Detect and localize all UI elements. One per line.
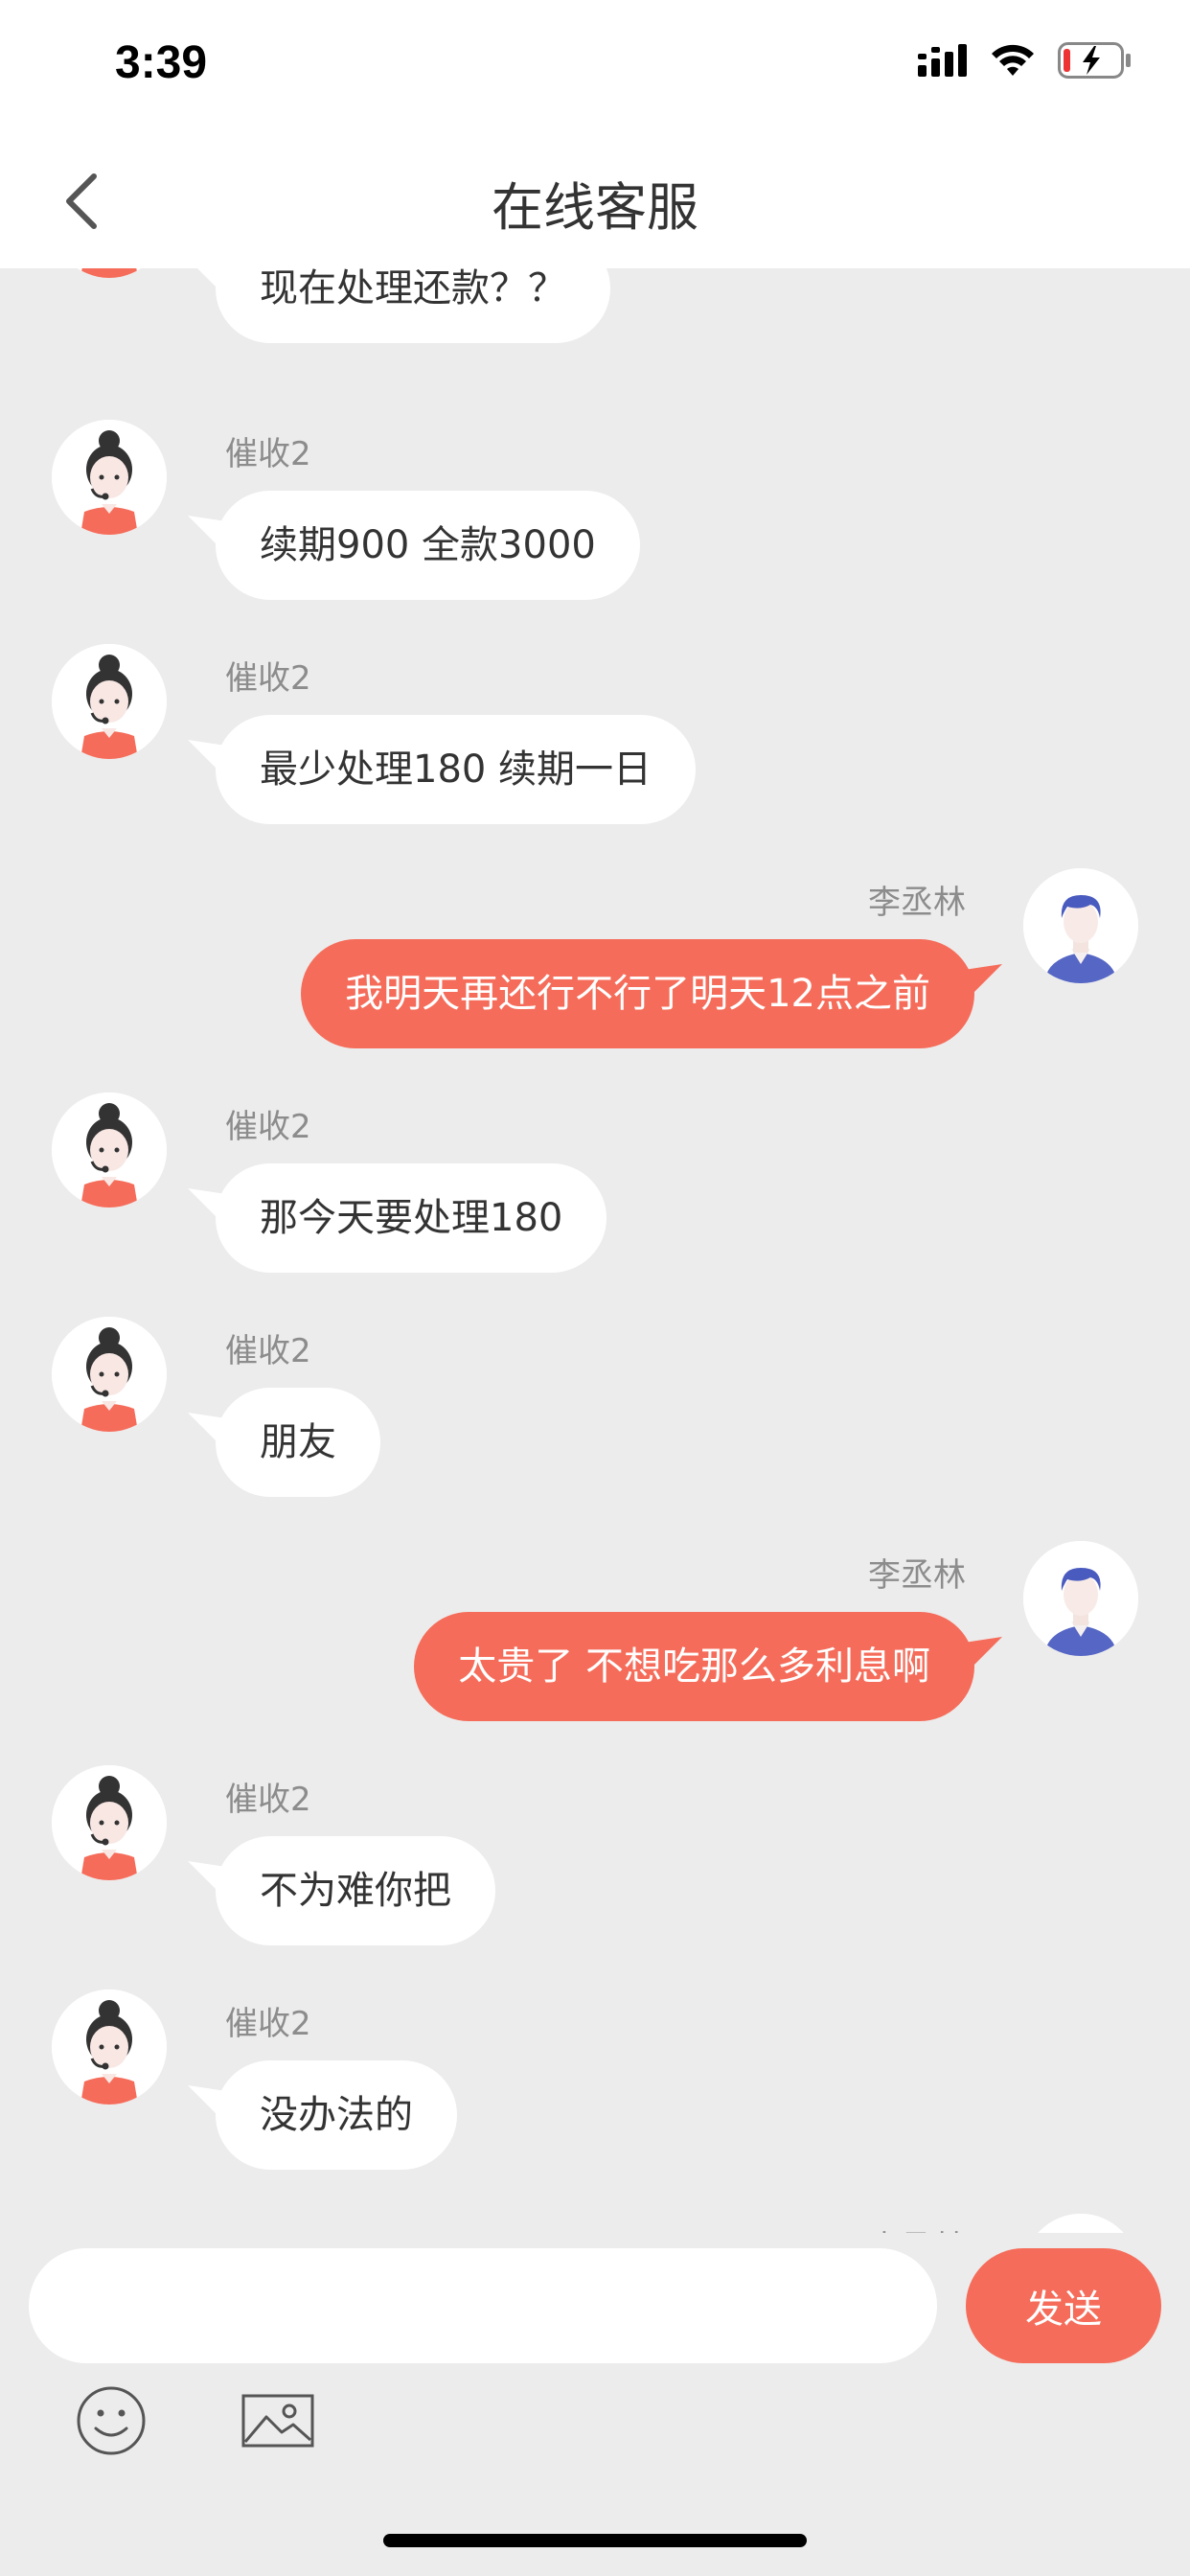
agent-avatar-icon	[52, 1765, 167, 1880]
sender-name: 催收2	[225, 2005, 311, 2043]
signal-icon	[918, 44, 967, 77]
sender-name: 催收2	[225, 1332, 311, 1370]
agent-avatar[interactable]	[52, 1317, 167, 1432]
agent-avatar[interactable]	[52, 268, 167, 278]
message-bubble[interactable]: 不为难你把	[216, 1836, 495, 1945]
agent-avatar[interactable]	[52, 420, 167, 535]
agent-avatar-icon	[52, 1092, 167, 1208]
sender-name: 催收2	[225, 659, 311, 698]
message-input[interactable]	[29, 2248, 937, 2363]
status-icons	[918, 42, 1133, 79]
agent-avatar-icon	[52, 644, 167, 759]
user-avatar[interactable]	[1023, 2214, 1138, 2233]
wifi-icon	[992, 44, 1034, 76]
message-bubble[interactable]: 续期900 全款3000	[216, 491, 640, 600]
page-title: 在线客服	[492, 177, 698, 238]
send-button[interactable]: 发送	[966, 2248, 1161, 2363]
agent-avatar-icon	[52, 1990, 167, 2104]
sender-name: 催收2	[225, 1108, 311, 1146]
user-avatar[interactable]	[1023, 868, 1138, 983]
home-indicator	[383, 2534, 807, 2547]
agent-avatar-icon	[52, 420, 167, 535]
message-bubble[interactable]: 朋友	[216, 1388, 380, 1497]
sender-name: 李丞林	[868, 884, 966, 922]
agent-avatar[interactable]	[52, 1765, 167, 1880]
battery-icon	[1058, 42, 1131, 79]
agent-avatar[interactable]	[52, 644, 167, 759]
sender-name: 李丞林	[868, 2221, 966, 2233]
smiley-icon[interactable]	[75, 2384, 148, 2457]
message-bubble[interactable]: 我明天再还行不行了明天12点之前	[301, 939, 974, 1048]
sender-name: 催收2	[225, 435, 311, 473]
agent-avatar[interactable]	[52, 1092, 167, 1208]
message-bubble[interactable]: 最少处理180 续期一日	[216, 715, 697, 824]
message-bubble[interactable]: 太贵了 不想吃那么多利息啊	[414, 1612, 974, 1721]
sender-name: 李丞林	[868, 1556, 966, 1595]
image-icon[interactable]	[241, 2394, 314, 2448]
nav-bar: 在线客服	[0, 134, 1190, 268]
user-avatar-icon	[1023, 1541, 1138, 1656]
user-avatar-icon	[1023, 868, 1138, 983]
message-bubble[interactable]: 没办法的	[216, 2060, 457, 2170]
message-bubble[interactable]: 现在处理还款？？	[216, 268, 610, 343]
agent-avatar-icon	[52, 268, 167, 278]
user-avatar-icon	[1023, 2214, 1138, 2233]
agent-avatar-icon	[52, 1317, 167, 1432]
status-bar: 3:39	[0, 0, 1190, 134]
sender-name: 催收2	[225, 1781, 311, 1819]
agent-avatar[interactable]	[52, 1990, 167, 2104]
input-area: 发送	[0, 2233, 1190, 2482]
status-time: 3:39	[115, 37, 208, 88]
chat-list[interactable]: 现在处理还款？？ 催收2 续期900 全款3000 催收2 最少处理180 续期…	[0, 268, 1190, 2233]
message-bubble[interactable]: 那今天要处理180	[216, 1163, 607, 1273]
user-avatar[interactable]	[1023, 1541, 1138, 1656]
